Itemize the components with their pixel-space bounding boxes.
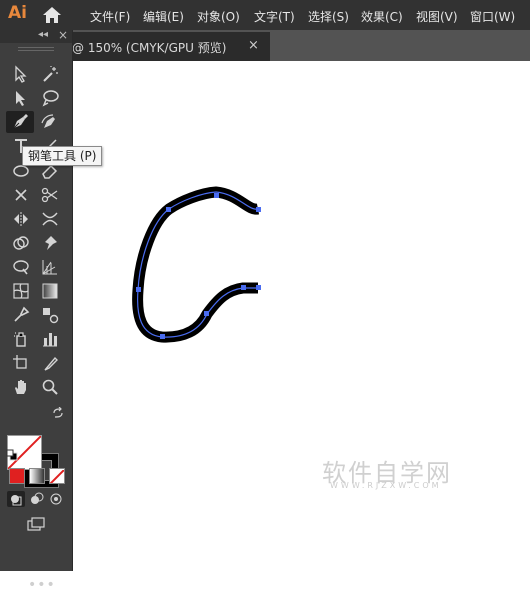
artboard-canvas[interactable]	[73, 61, 530, 571]
path-artwork[interactable]	[73, 61, 530, 571]
hand-tool-icon[interactable]	[9, 376, 33, 398]
swap-fill-stroke-icon[interactable]	[52, 404, 64, 418]
document-tab[interactable]: @ 150% (CMYK/GPU 预览) ×	[70, 32, 270, 61]
draw-inside-button[interactable]	[47, 491, 65, 507]
anchor-point	[204, 311, 209, 316]
default-colors-icon[interactable]	[6, 446, 18, 461]
menu-edit[interactable]: 编辑(E)	[143, 8, 184, 25]
tools-panel: ◂◂ × •••	[0, 28, 73, 593]
document-tab-bar: @ 150% (CMYK/GPU 预览) ×	[0, 30, 530, 61]
menu-view[interactable]: 视图(V)	[416, 8, 458, 25]
column-graph-icon[interactable]	[38, 328, 62, 350]
pen-tool-tooltip: 钢笔工具 (P)	[22, 146, 103, 166]
artboard-tool-icon[interactable]	[9, 352, 33, 374]
anchor-point	[256, 207, 261, 212]
menu-effect[interactable]: 效果(C)	[361, 8, 403, 25]
anchor-point	[214, 193, 219, 198]
symbol-sprayer-icon[interactable]	[9, 328, 33, 350]
path-selection-line	[137, 191, 259, 338]
pen-tool-icon[interactable]	[6, 111, 34, 133]
draw-normal-button[interactable]	[7, 491, 25, 507]
magic-wand-icon[interactable]	[38, 63, 62, 85]
puppet-warp-icon[interactable]	[38, 232, 62, 254]
slice-tool-icon[interactable]	[38, 352, 62, 374]
document-tab-title: @ 150% (CMYK/GPU 预览)	[72, 41, 227, 55]
width-tool-icon[interactable]	[38, 208, 62, 230]
panel-grip[interactable]	[18, 47, 54, 51]
close-panel-icon[interactable]: ×	[58, 28, 68, 42]
shape-builder-icon[interactable]	[9, 232, 33, 254]
menu-object[interactable]: 对象(O)	[197, 8, 240, 25]
anchor-point	[136, 287, 141, 292]
tools-panel-header: ◂◂ ×	[0, 28, 72, 43]
app-logo: Ai	[8, 3, 27, 23]
menu-select[interactable]: 选择(S)	[308, 8, 349, 25]
free-transform-icon[interactable]	[9, 256, 33, 278]
anchor-point	[256, 285, 261, 290]
collapse-panel-icon[interactable]: ◂◂	[38, 29, 48, 40]
home-icon[interactable]	[42, 6, 62, 24]
none-mode-button[interactable]	[49, 468, 65, 484]
lasso-icon[interactable]	[38, 87, 62, 109]
reflect-tool-icon[interactable]	[9, 208, 33, 230]
gradient-mode-button[interactable]	[29, 468, 45, 484]
rotate-tool-icon[interactable]	[9, 184, 33, 206]
draw-behind-button[interactable]	[27, 491, 45, 507]
more-tools-button[interactable]: •••	[28, 577, 56, 593]
menu-type[interactable]: 文字(T)	[254, 8, 295, 25]
menu-window[interactable]: 窗口(W)	[470, 8, 515, 25]
color-mode-button[interactable]	[9, 468, 25, 484]
curvature-tool-icon[interactable]	[38, 111, 62, 133]
zoom-tool-icon[interactable]	[38, 376, 62, 398]
mesh-tool-icon[interactable]	[9, 280, 33, 302]
gradient-tool-icon[interactable]	[38, 280, 62, 302]
perspective-grid-icon[interactable]	[38, 256, 62, 278]
close-tab-icon[interactable]: ×	[248, 38, 259, 53]
blend-tool-icon[interactable]	[38, 304, 62, 326]
selection-tool-icon[interactable]	[9, 63, 33, 85]
anchor-point	[160, 334, 165, 339]
path-stroke	[132, 186, 260, 343]
anchor-point	[166, 207, 171, 212]
watermark-url: WWW.RJZXW.COM	[330, 481, 442, 490]
scissors-icon[interactable]	[38, 184, 62, 206]
menu-file[interactable]: 文件(F)	[90, 8, 130, 25]
anchor-point	[241, 285, 246, 290]
menu-bar: Ai 文件(F) 编辑(E) 对象(O) 文字(T) 选择(S) 效果(C) 视…	[0, 0, 530, 30]
direct-selection-icon[interactable]	[9, 87, 33, 109]
eyedropper-icon[interactable]	[9, 304, 33, 326]
screen-mode-icon[interactable]	[24, 514, 48, 536]
